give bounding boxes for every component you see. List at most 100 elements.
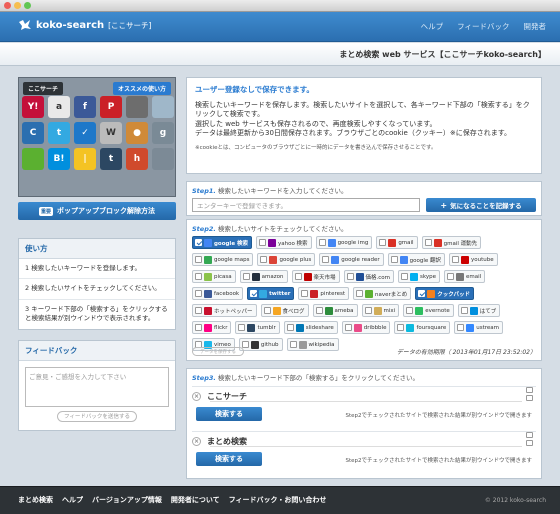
zoom-window-button[interactable] bbox=[24, 2, 31, 9]
checkbox-icon[interactable] bbox=[401, 273, 409, 280]
checkbox-icon[interactable] bbox=[457, 324, 465, 331]
footer-link-matome[interactable]: まとめ検索 bbox=[18, 495, 53, 505]
step2-panel: Step2. 検索したいサイトをチェックしてください。 google 検索 yah… bbox=[186, 219, 542, 361]
site-checkbox-4[interactable]: gmail 運動先 bbox=[421, 236, 482, 249]
checkbox-icon[interactable] bbox=[258, 239, 266, 246]
promo-tab-right[interactable]: オススメの使い方 bbox=[112, 82, 171, 95]
site-checkbox-27[interactable]: flickr bbox=[192, 321, 232, 334]
checkbox-icon[interactable] bbox=[447, 273, 454, 280]
site-checkbox-9[interactable]: youtube bbox=[449, 253, 498, 266]
checkbox-icon[interactable] bbox=[294, 273, 302, 280]
checkbox-icon[interactable] bbox=[424, 239, 432, 246]
checkbox-icon[interactable] bbox=[452, 256, 459, 263]
checkbox-icon[interactable] bbox=[379, 239, 387, 246]
site-checkbox-25[interactable]: evernote bbox=[403, 304, 454, 317]
site-checkbox-8[interactable]: google 翻訳 bbox=[387, 253, 445, 266]
save-data-button[interactable]: データを保存する bbox=[192, 347, 244, 356]
site-checkbox-1[interactable]: yahoo 検索 bbox=[255, 236, 312, 249]
footer-link-contact[interactable]: フィードバック・お問い合わせ bbox=[229, 495, 327, 505]
site-checkbox-13[interactable]: 価格.com bbox=[343, 270, 395, 283]
checkbox-icon[interactable] bbox=[364, 307, 372, 314]
site-checkbox-7[interactable]: google reader bbox=[319, 253, 384, 266]
close-window-button[interactable] bbox=[4, 2, 11, 9]
checkbox-icon[interactable] bbox=[260, 256, 268, 263]
checkbox-icon[interactable] bbox=[195, 256, 202, 263]
site-checkbox-0[interactable]: google 検索 bbox=[192, 236, 252, 249]
checkbox-icon[interactable] bbox=[315, 307, 323, 314]
site-checkbox-31[interactable]: foursquare bbox=[394, 321, 451, 334]
remove-keyword-icon[interactable]: × bbox=[192, 437, 201, 446]
site-checkbox-30[interactable]: dribbble bbox=[341, 321, 391, 334]
checkbox-icon[interactable] bbox=[344, 324, 352, 331]
site-checkbox-14[interactable]: skype bbox=[398, 270, 440, 283]
checkbox-icon[interactable] bbox=[318, 239, 326, 246]
edit-icon[interactable] bbox=[526, 432, 533, 438]
checkbox-icon[interactable] bbox=[263, 307, 271, 314]
site-checkbox-21[interactable]: ホットペッパー bbox=[192, 304, 257, 317]
site-checkbox-5[interactable]: google maps bbox=[192, 253, 254, 266]
checkbox-icon[interactable] bbox=[356, 290, 364, 297]
promo-tile-icon: C bbox=[22, 122, 44, 144]
feedback-textarea[interactable]: ご意見・ご感想を入力して下さい bbox=[25, 366, 169, 407]
site-checkbox-28[interactable]: tumblr bbox=[235, 321, 280, 334]
remove-keyword-icon[interactable]: × bbox=[192, 392, 201, 401]
site-checkbox-26[interactable]: はてブ bbox=[457, 304, 501, 317]
site-checkbox-11[interactable]: amazon bbox=[239, 270, 288, 283]
plus-icon: + bbox=[440, 200, 448, 210]
site-checkbox-20[interactable]: クックパッド bbox=[415, 287, 475, 300]
minimize-window-button[interactable] bbox=[14, 2, 21, 9]
copy-icon[interactable] bbox=[526, 395, 533, 401]
nav-feedback[interactable]: フィードバック bbox=[457, 21, 509, 32]
checkbox-icon[interactable] bbox=[301, 290, 309, 297]
nav-help[interactable]: ヘルプ bbox=[421, 21, 444, 32]
site-checkbox-3[interactable]: gmail bbox=[376, 236, 418, 249]
site-checkbox-2[interactable]: google img bbox=[315, 236, 373, 249]
checkbox-icon[interactable] bbox=[250, 290, 258, 297]
checkbox-icon[interactable] bbox=[418, 290, 426, 297]
checkbox-icon[interactable] bbox=[195, 307, 202, 314]
site-checkbox-16[interactable]: facebook bbox=[192, 287, 244, 300]
checkbox-icon[interactable] bbox=[397, 324, 405, 331]
site-label: google 検索 bbox=[214, 240, 248, 247]
site-checkbox-29[interactable]: slideshare bbox=[283, 321, 338, 334]
site-checkbox-22[interactable]: 食べログ bbox=[260, 304, 309, 317]
checkbox-icon[interactable] bbox=[322, 256, 330, 263]
keyword-input[interactable]: エンターキーで登録できます。 bbox=[192, 198, 420, 212]
nav-developer[interactable]: 開発者 bbox=[524, 21, 547, 32]
site-checkbox-15[interactable]: email bbox=[444, 270, 486, 283]
site-logo[interactable]: koko-search [ここサーチ] bbox=[18, 19, 151, 31]
checkbox-icon[interactable] bbox=[346, 273, 354, 280]
checkbox-icon[interactable] bbox=[238, 324, 246, 331]
search-button[interactable]: 検索する bbox=[196, 452, 262, 466]
feedback-send-button[interactable]: フィードバックを送信する bbox=[57, 410, 137, 422]
site-checkbox-10[interactable]: picasa bbox=[192, 270, 236, 283]
copy-icon[interactable] bbox=[526, 440, 533, 446]
checkbox-icon[interactable] bbox=[195, 290, 202, 297]
site-checkbox-23[interactable]: ameba bbox=[312, 304, 358, 317]
footer-link-help[interactable]: ヘルプ bbox=[62, 495, 83, 505]
search-button[interactable]: 検索する bbox=[196, 407, 262, 421]
checkbox-icon[interactable] bbox=[390, 256, 398, 263]
site-checkbox-32[interactable]: ustream bbox=[454, 321, 504, 334]
save-keyword-button[interactable]: + 気になることを記録する bbox=[426, 198, 536, 212]
checkbox-icon[interactable] bbox=[195, 239, 202, 246]
checkbox-icon[interactable] bbox=[286, 324, 294, 331]
site-checkbox-19[interactable]: naverまとめ bbox=[353, 287, 412, 300]
site-checkbox-17[interactable]: twitter bbox=[247, 287, 295, 300]
footer-link-developer[interactable]: 開発者について bbox=[171, 495, 220, 505]
promo-banner[interactable]: ここサーチ オススメの使い方 Y! a f P Ct ✓ W ● g B! | t h bbox=[18, 77, 176, 197]
site-checkbox-18[interactable]: pinterest bbox=[298, 287, 350, 300]
checkbox-icon[interactable] bbox=[195, 273, 202, 280]
checkbox-icon[interactable] bbox=[195, 324, 202, 331]
checkbox-icon[interactable] bbox=[406, 307, 414, 314]
site-checkbox-6[interactable]: google plus bbox=[257, 253, 316, 266]
promo-tab-left[interactable]: ここサーチ bbox=[23, 82, 64, 95]
edit-icon[interactable] bbox=[526, 387, 533, 393]
checkbox-icon[interactable] bbox=[242, 273, 250, 280]
footer-link-version[interactable]: バージョンアップ情報 bbox=[92, 495, 162, 505]
site-checkbox-12[interactable]: 楽天市場 bbox=[291, 270, 340, 283]
site-icon bbox=[406, 323, 415, 332]
popup-unblock-button[interactable]: 重要 ポップアップブロック解除方法 bbox=[18, 202, 176, 220]
site-checkbox-24[interactable]: mixi bbox=[361, 304, 400, 317]
checkbox-icon[interactable] bbox=[460, 307, 468, 314]
